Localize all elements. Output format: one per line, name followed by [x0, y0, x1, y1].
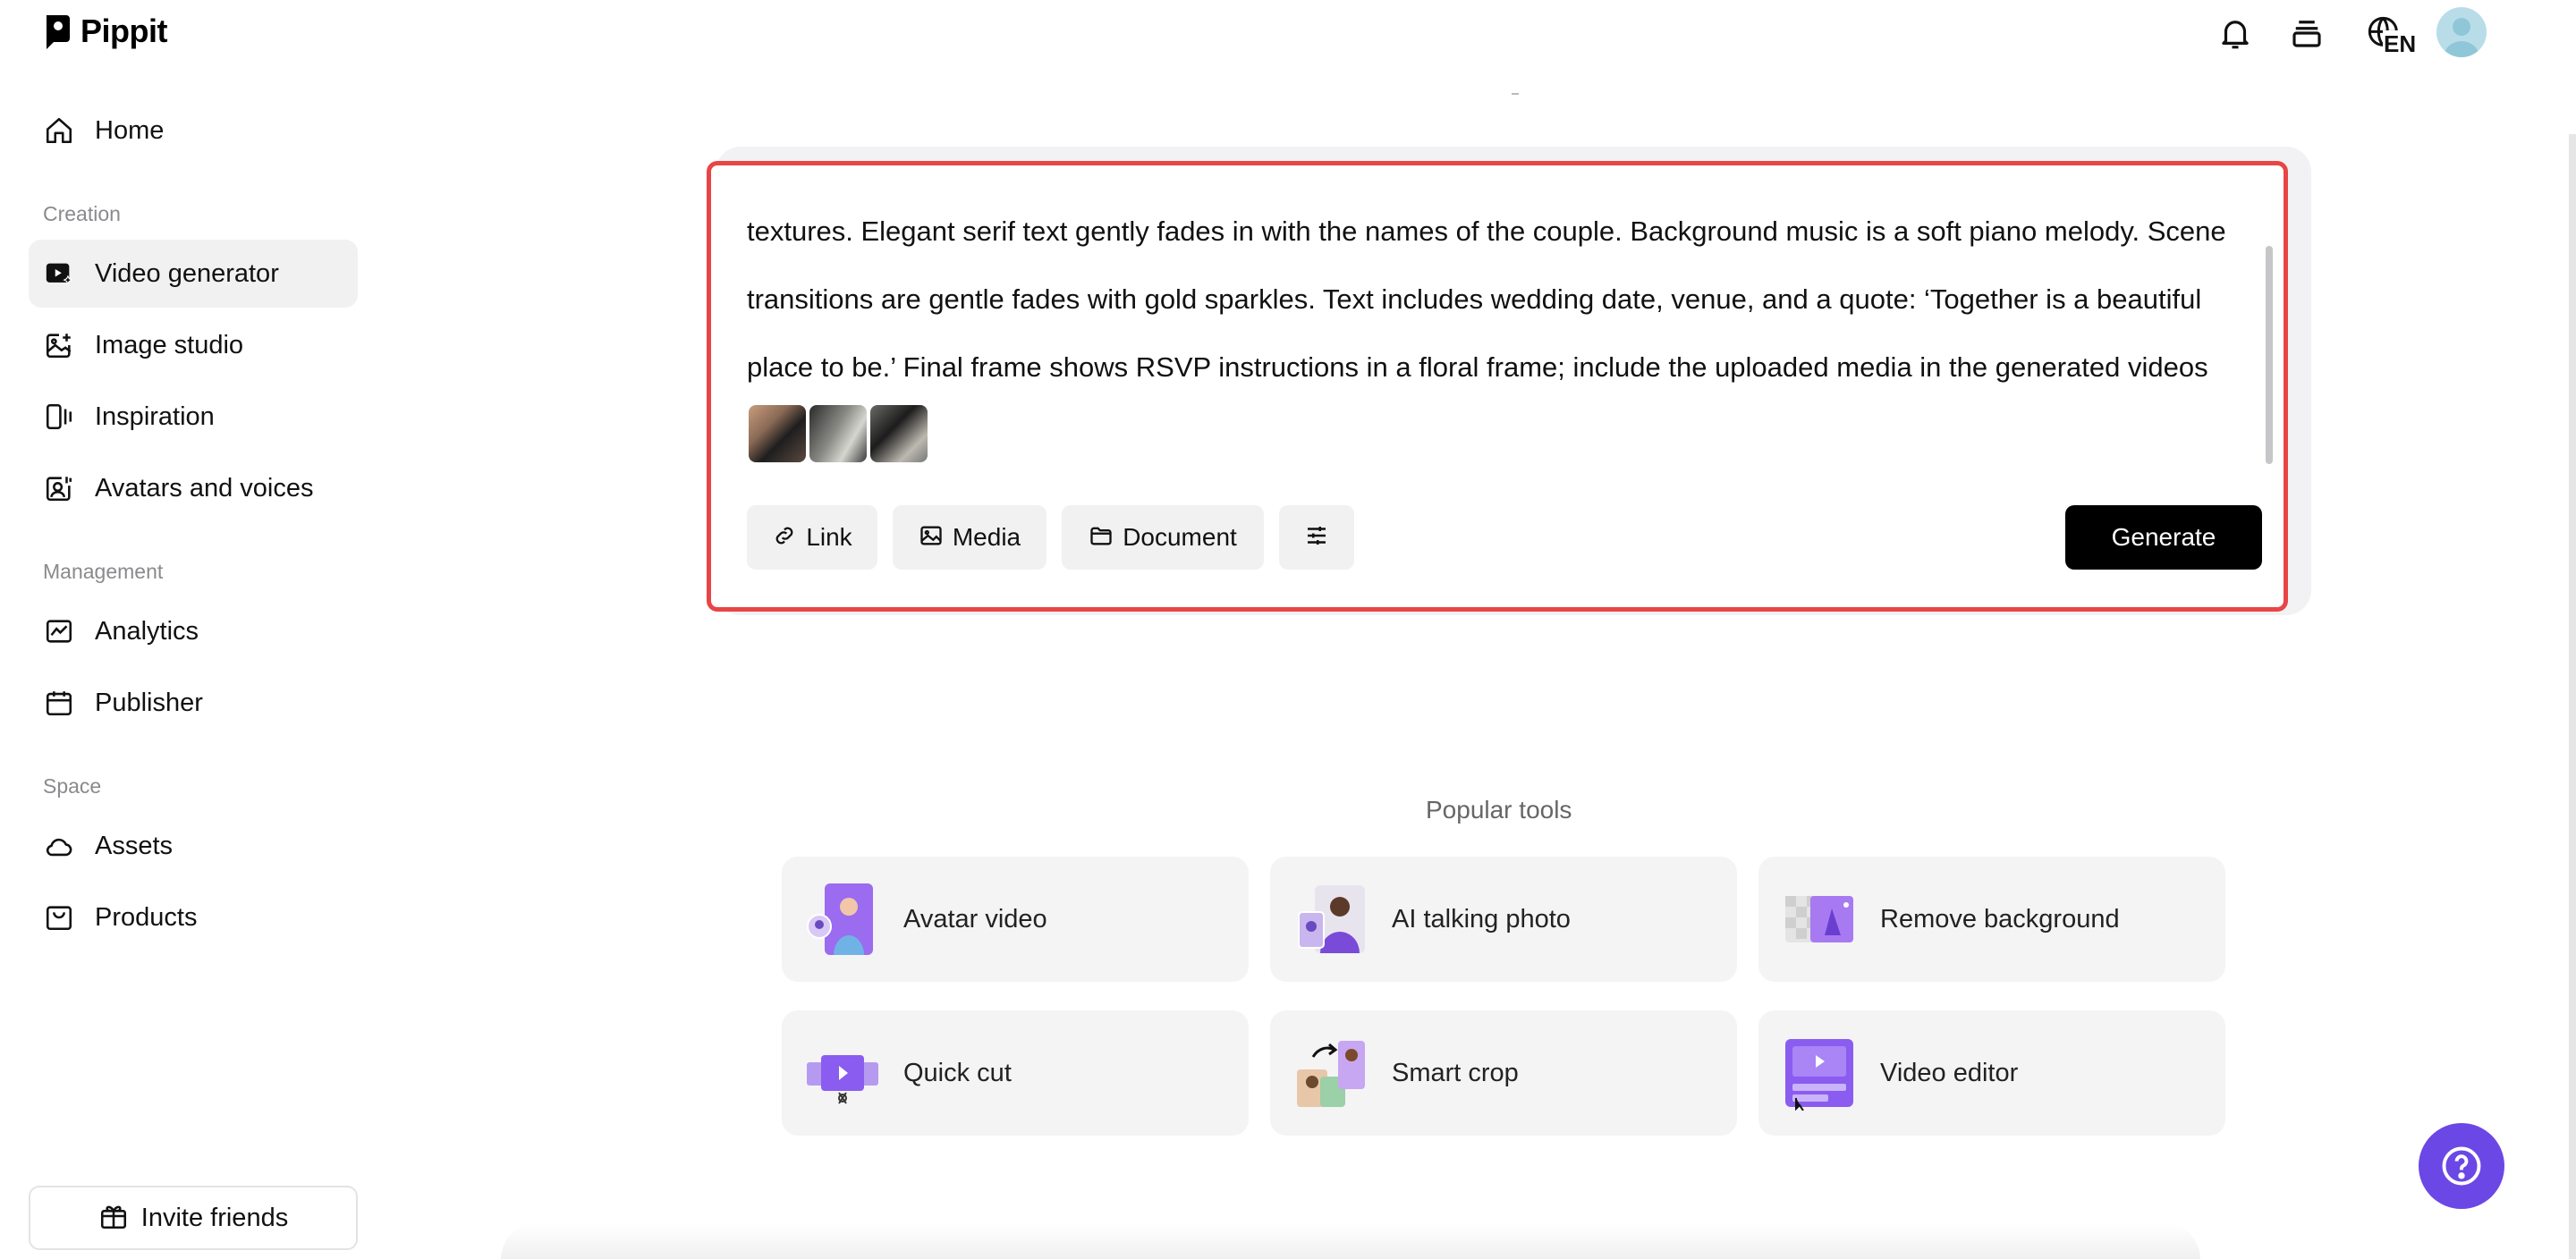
- sidebar-item-analytics[interactable]: Analytics: [29, 597, 358, 665]
- inspiration-icon: [43, 401, 75, 433]
- sidebar-item-home[interactable]: Home: [29, 97, 358, 165]
- media-thumbnail[interactable]: [809, 404, 867, 462]
- home-icon: [43, 114, 75, 147]
- sidebar-item-inspiration[interactable]: Inspiration: [29, 383, 358, 451]
- logo[interactable]: Pippit: [43, 13, 167, 50]
- tool-card-remove-background[interactable]: Remove background: [1758, 857, 2225, 982]
- sidebar-item-label: Inspiration: [95, 401, 215, 431]
- tool-card-video-editor[interactable]: Video editor: [1758, 1010, 2225, 1136]
- sidebar-item-assets[interactable]: Assets: [29, 812, 358, 880]
- sidebar-item-products[interactable]: Products: [29, 883, 358, 951]
- divider-tick: [1512, 93, 1519, 95]
- tool-card-ai-talking-photo[interactable]: AI talking photo: [1270, 857, 1737, 982]
- tool-label: Video editor: [1880, 1058, 2019, 1087]
- prompt-text: textures. Elegant serif text gently fade…: [747, 215, 2226, 383]
- notification-bell-icon[interactable]: [2213, 11, 2258, 55]
- page-scrollbar[interactable]: [2569, 134, 2576, 1259]
- sidebar-item-label: Products: [95, 902, 198, 932]
- avatar[interactable]: [2436, 7, 2487, 57]
- sidebar-item-label: Video generator: [95, 258, 279, 288]
- tool-label: Quick cut: [903, 1058, 1012, 1087]
- uploaded-media-thumbnails: [749, 404, 928, 462]
- remove-background-icon: [1782, 882, 1857, 957]
- link-label: Link: [806, 523, 852, 551]
- tool-card-smart-crop[interactable]: Smart crop: [1270, 1010, 1737, 1136]
- folder-icon: [1089, 523, 1114, 553]
- video-editor-icon: [1782, 1035, 1857, 1111]
- sidebar-item-image-studio[interactable]: Image studio: [29, 311, 358, 379]
- cloud-icon: [43, 830, 75, 862]
- user-avatar-icon: [2444, 18, 2479, 57]
- sidebar-item-avatars-voices[interactable]: Avatars and voices: [29, 454, 358, 522]
- generate-label: Generate: [2111, 523, 2216, 551]
- media-thumbnail[interactable]: [749, 404, 806, 462]
- avatar-voice-icon: [43, 472, 75, 504]
- avatar-video-icon: [805, 882, 880, 957]
- language-code: EN: [2383, 30, 2418, 58]
- video-generator-icon: [43, 258, 75, 290]
- sidebar-item-label: Image studio: [95, 330, 244, 359]
- sidebar-item-label: Avatars and voices: [95, 473, 314, 503]
- tool-label: Remove background: [1880, 904, 2120, 934]
- calendar-icon: [43, 687, 75, 719]
- sliders-icon: [1303, 522, 1330, 553]
- tool-card-quick-cut[interactable]: Quick cut: [782, 1010, 1249, 1136]
- sidebar-item-label: Assets: [95, 831, 174, 860]
- sidebar-item-video-generator[interactable]: Video generator: [29, 240, 358, 308]
- popular-tools-heading: Popular tools: [1426, 796, 1572, 824]
- analytics-icon: [43, 615, 75, 647]
- sidebar-item-label: Home: [95, 115, 165, 145]
- talking-photo-icon: [1293, 882, 1368, 957]
- sidebar-item-publisher[interactable]: Publisher: [29, 669, 358, 737]
- prompt-textarea[interactable]: textures. Elegant serif text gently fade…: [747, 198, 2232, 469]
- prompt-scrollbar[interactable]: [2266, 246, 2273, 464]
- quick-cut-icon: [805, 1035, 880, 1111]
- tool-label: Smart crop: [1392, 1058, 1519, 1087]
- prompt-box[interactable]: textures. Elegant serif text gently fade…: [707, 161, 2288, 612]
- language-globe-icon[interactable]: EN: [2356, 11, 2418, 58]
- tool-label: Avatar video: [903, 904, 1047, 934]
- tool-card-avatar-video[interactable]: Avatar video: [782, 857, 1249, 982]
- image-icon: [919, 523, 944, 553]
- sidebar-item-label: Analytics: [95, 616, 199, 646]
- media-label: Media: [952, 523, 1021, 551]
- section-label-space: Space: [43, 774, 102, 798]
- pippit-logo-icon: [47, 15, 70, 49]
- help-button[interactable]: [2419, 1123, 2504, 1209]
- bottom-panel-edge: [501, 1223, 2200, 1259]
- sidebar-item-label: Publisher: [95, 688, 203, 717]
- link-button[interactable]: Link: [747, 505, 877, 570]
- image-studio-icon: [43, 329, 75, 361]
- document-label: Document: [1123, 523, 1237, 551]
- sidebar: Pippit Home Creation Video generator Ima…: [0, 0, 376, 1259]
- settings-button[interactable]: [1279, 505, 1354, 570]
- media-button[interactable]: Media: [893, 505, 1046, 570]
- subscription-stack-icon[interactable]: [2284, 11, 2329, 55]
- gift-icon: [98, 1201, 129, 1236]
- logo-text: Pippit: [80, 13, 167, 49]
- invite-friends-button[interactable]: Invite friends: [29, 1186, 358, 1250]
- question-icon: [2442, 1146, 2481, 1186]
- media-thumbnail[interactable]: [870, 404, 928, 462]
- smart-crop-icon: [1293, 1035, 1368, 1111]
- link-icon: [772, 523, 797, 553]
- invite-friends-label: Invite friends: [140, 1203, 289, 1232]
- generate-button[interactable]: Generate: [2065, 505, 2262, 570]
- section-label-creation: Creation: [43, 202, 121, 225]
- product-box-icon: [43, 901, 75, 934]
- section-label-management: Management: [43, 560, 164, 583]
- document-button[interactable]: Document: [1062, 505, 1264, 570]
- tool-label: AI talking photo: [1392, 904, 1571, 934]
